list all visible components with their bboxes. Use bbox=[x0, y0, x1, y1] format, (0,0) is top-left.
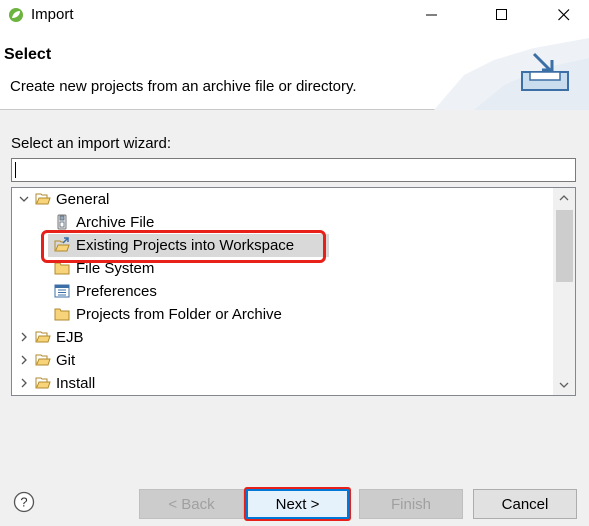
tree-scrollbar[interactable] bbox=[553, 188, 575, 395]
title-bar: Import bbox=[0, 0, 589, 30]
folder-icon bbox=[54, 262, 70, 275]
tree-item-label: Projects from Folder or Archive bbox=[76, 306, 282, 323]
scrollbar-thumb[interactable] bbox=[556, 210, 573, 282]
folder-icon bbox=[35, 331, 51, 343]
tree-item-label: Archive File bbox=[76, 214, 155, 231]
chevron-down-icon bbox=[559, 382, 569, 388]
import-wizard-icon bbox=[521, 52, 569, 91]
preferences-icon bbox=[54, 284, 70, 298]
page-description: Create new projects from an archive file… bbox=[10, 78, 357, 95]
tree-item-label: Existing Projects into Workspace bbox=[76, 237, 295, 254]
tree-item-file-system[interactable]: File System bbox=[12, 257, 552, 280]
chevron-right-icon[interactable] bbox=[18, 354, 30, 366]
finish-button[interactable]: Finish bbox=[359, 489, 463, 519]
text-caret bbox=[15, 162, 16, 178]
chevron-right-icon[interactable] bbox=[18, 331, 30, 343]
page-title: Select bbox=[4, 46, 52, 63]
tree-item-label: Git bbox=[56, 352, 76, 369]
wizard-header: Select Create new projects from an archi… bbox=[0, 30, 589, 110]
close-button[interactable] bbox=[541, 0, 587, 30]
tree-item-label: General bbox=[56, 191, 110, 208]
folder-icon bbox=[54, 308, 70, 321]
window-title: Import bbox=[31, 6, 74, 23]
tree-item-projects-from-folder[interactable]: Projects from Folder or Archive bbox=[12, 303, 552, 326]
close-icon bbox=[558, 9, 570, 21]
tree-item-general[interactable]: General bbox=[12, 188, 552, 211]
next-button[interactable]: Next > bbox=[246, 489, 349, 519]
maximize-icon bbox=[496, 9, 507, 20]
existing-projects-icon bbox=[54, 237, 70, 252]
tree-item-preferences[interactable]: Preferences bbox=[12, 280, 552, 303]
chevron-up-icon bbox=[559, 194, 569, 200]
folder-icon bbox=[35, 377, 51, 389]
chevron-right-icon[interactable] bbox=[18, 377, 30, 389]
tree-item-label: Install bbox=[56, 375, 96, 392]
tree-item-existing-projects[interactable]: Existing Projects into Workspace bbox=[12, 234, 552, 257]
archive-file-icon bbox=[57, 214, 67, 230]
wizard-select-label: Select an import wizard: bbox=[11, 135, 172, 152]
tree-item-label: Preferences bbox=[76, 283, 157, 300]
minimize-button[interactable] bbox=[409, 0, 455, 30]
wizard-filter-input[interactable] bbox=[11, 158, 576, 182]
folder-icon bbox=[35, 354, 51, 366]
tree-item-label: EJB bbox=[56, 329, 84, 346]
cancel-button[interactable]: Cancel bbox=[473, 489, 577, 519]
tree-item-archive-file[interactable]: Archive File bbox=[12, 211, 552, 234]
help-icon[interactable]: ? bbox=[13, 491, 35, 513]
import-wizard-tree[interactable]: General Archive File Existing Projects i… bbox=[11, 187, 576, 396]
scroll-down-button[interactable] bbox=[553, 376, 575, 393]
tree-item-install[interactable]: Install bbox=[12, 372, 552, 395]
scroll-up-button[interactable] bbox=[553, 189, 575, 206]
folder-open-icon bbox=[35, 193, 51, 205]
chevron-down-icon[interactable] bbox=[18, 193, 30, 205]
minimize-icon bbox=[426, 14, 437, 16]
spring-leaf-icon bbox=[9, 8, 23, 22]
tree-item-label: File System bbox=[76, 260, 155, 277]
tree-item-ejb[interactable]: EJB bbox=[12, 326, 552, 349]
maximize-button[interactable] bbox=[479, 0, 525, 30]
back-button[interactable]: < Back bbox=[139, 489, 244, 519]
tree-item-git[interactable]: Git bbox=[12, 349, 552, 372]
svg-text:?: ? bbox=[20, 495, 27, 510]
